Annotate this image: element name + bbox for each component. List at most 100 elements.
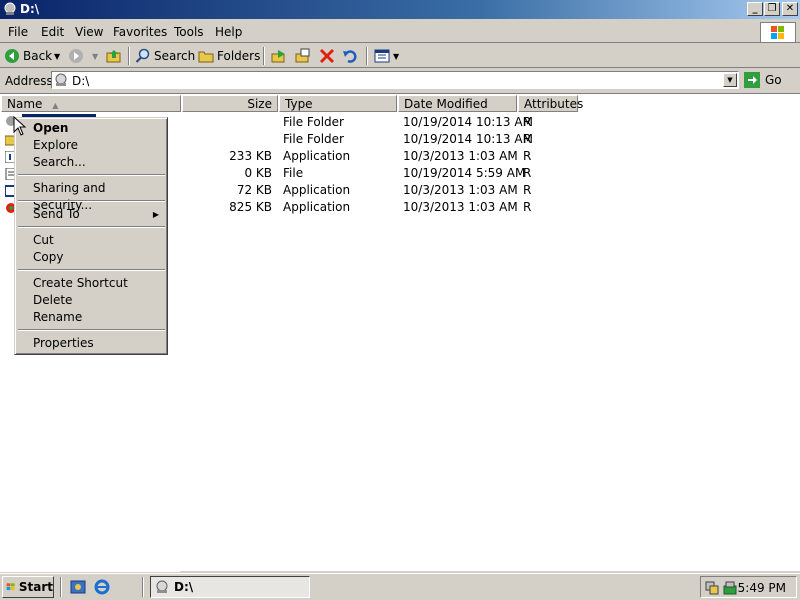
menu-bar: File Edit View Favorites Tools Help (0, 21, 800, 43)
taskbar-window-button[interactable]: D:\ (150, 576, 310, 598)
taskbar: Start D:\ 5:49 PM (0, 573, 800, 600)
copy-to-icon (295, 48, 310, 63)
file-attributes: R (523, 166, 532, 180)
forward-arrow-icon (69, 49, 83, 63)
file-type: Application (283, 149, 351, 163)
menu-separator (18, 226, 165, 228)
restore-button[interactable]: ❐ (764, 2, 780, 16)
undo-button[interactable] (342, 47, 361, 65)
ctx-create-shortcut[interactable]: Create Shortcut (18, 275, 165, 292)
column-header-date-modified[interactable]: Date Modified (398, 95, 517, 112)
menu-tools[interactable]: Tools (174, 25, 204, 39)
column-header-size[interactable]: Size (182, 95, 278, 112)
sort-arrow-icon: ▲ (52, 101, 59, 110)
ctx-send-to[interactable]: Send To ▶ (18, 206, 165, 223)
file-date: 10/19/2014 10:13 AM (403, 132, 533, 146)
ctx-delete[interactable]: Delete (18, 292, 165, 309)
start-button[interactable]: Start (2, 576, 54, 598)
file-date: 10/19/2014 10:13 AM (403, 115, 533, 129)
views-button[interactable]: ▼ (374, 47, 399, 65)
column-header-name[interactable]: Name ▲ (1, 95, 181, 112)
menu-file[interactable]: File (8, 25, 28, 39)
ctx-send-to-label: Send To (33, 207, 80, 221)
undo-icon (343, 50, 357, 63)
file-attributes: R (523, 115, 532, 129)
go-button[interactable]: Go (744, 71, 796, 89)
minimize-button[interactable]: _ (747, 2, 763, 16)
back-label: Back (23, 49, 53, 63)
ctx-properties[interactable]: Properties (18, 335, 165, 352)
submenu-arrow-icon: ▶ (152, 210, 159, 219)
toolbar-separator (263, 47, 265, 65)
file-date: 10/3/2013 1:03 AM (403, 183, 518, 197)
menu-view[interactable]: View (75, 25, 103, 39)
network-icon[interactable] (704, 580, 720, 596)
mouse-cursor-icon (13, 116, 27, 136)
back-button[interactable]: Back (4, 47, 52, 65)
move-to-button[interactable] (271, 47, 290, 65)
ctx-rename[interactable]: Rename (18, 309, 165, 326)
folders-icon (198, 51, 214, 63)
file-type: File Folder (283, 115, 344, 129)
ctx-copy[interactable]: Copy (18, 249, 165, 266)
windows-flag-icon (6, 583, 15, 591)
menu-help[interactable]: Help (215, 25, 242, 39)
taskbar-separator (60, 577, 62, 597)
delete-button[interactable] (319, 47, 338, 65)
column-header-type[interactable]: Type (279, 95, 397, 112)
back-dropdown-icon[interactable]: ▼ (54, 47, 60, 65)
search-icon (135, 48, 150, 63)
internet-explorer-icon[interactable] (94, 579, 110, 595)
toolbar-separator (128, 47, 130, 65)
ctx-search[interactable]: Search... (18, 154, 165, 171)
file-size: 233 KB (229, 149, 272, 163)
copy-to-button[interactable] (295, 47, 314, 65)
file-attributes: R (523, 183, 532, 197)
drive-icon (156, 580, 168, 593)
drive-icon (4, 2, 16, 15)
file-attributes: R (523, 200, 532, 214)
folders-button[interactable]: Folders (198, 47, 260, 65)
forward-dropdown-icon[interactable]: ▼ (92, 47, 98, 65)
menu-separator (18, 329, 165, 331)
drive-icon (55, 73, 67, 86)
menu-separator (18, 174, 165, 176)
address-value: D:\ (72, 74, 90, 88)
address-label: Address (5, 74, 53, 88)
ctx-explore[interactable]: Explore (18, 137, 165, 154)
address-input[interactable]: D:\ ▼ (51, 71, 739, 89)
menu-favorites[interactable]: Favorites (113, 25, 167, 39)
close-button[interactable]: ✕ (782, 2, 798, 16)
up-folder-icon (106, 50, 121, 63)
up-folder-button[interactable] (106, 47, 125, 65)
window-title: D:\ (20, 2, 40, 16)
file-size: 825 KB (229, 200, 272, 214)
toolbar-separator (366, 47, 368, 65)
show-desktop-icon[interactable] (70, 579, 86, 595)
taskbar-window-label: D:\ (174, 580, 194, 594)
file-type: Application (283, 200, 351, 214)
title-bar[interactable]: D:\ _ ❐ ✕ (0, 0, 800, 19)
search-button[interactable]: Search (135, 47, 195, 65)
views-dropdown-icon: ▼ (393, 51, 400, 61)
menu-edit[interactable]: Edit (41, 25, 64, 39)
clock[interactable]: 5:49 PM (738, 581, 786, 595)
delete-x-icon (319, 48, 335, 64)
column-header-attributes[interactable]: Attributes (518, 95, 583, 112)
ctx-open[interactable]: Open (18, 120, 165, 137)
forward-button[interactable] (68, 47, 87, 65)
address-dropdown-icon[interactable]: ▼ (723, 73, 737, 87)
search-label: Search (154, 49, 196, 63)
ctx-sharing-and-security[interactable]: Sharing and Security... (18, 180, 165, 212)
file-size: 0 KB (244, 166, 272, 180)
back-arrow-icon (5, 49, 19, 63)
ctx-cut[interactable]: Cut (18, 232, 165, 249)
toolbar: Back ▼ ▼ Search Folders ▼ (0, 44, 800, 68)
tray-app-icon[interactable] (722, 580, 738, 596)
context-menu: Open Explore Search... Sharing and Secur… (14, 117, 168, 355)
views-icon (374, 49, 390, 63)
file-date: 10/3/2013 1:03 AM (403, 200, 518, 214)
file-date: 10/19/2014 5:59 AM (403, 166, 526, 180)
move-to-icon (271, 50, 285, 63)
menu-separator (18, 200, 165, 202)
